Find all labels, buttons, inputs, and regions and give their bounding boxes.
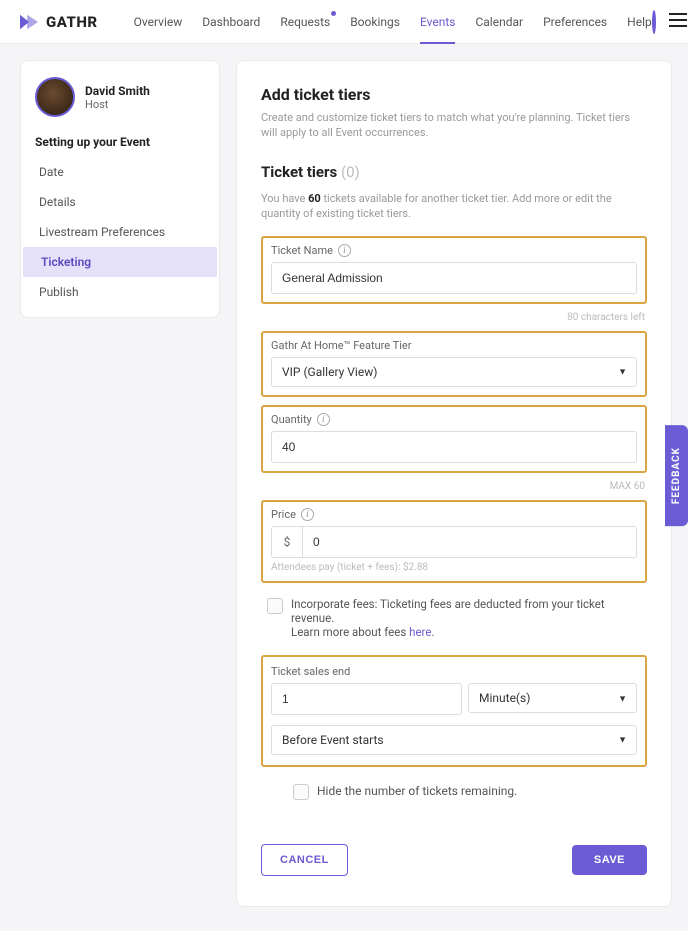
- ticket-name-hint: 80 characters left: [261, 312, 645, 323]
- quantity-label: Quantity: [271, 413, 312, 426]
- top-nav: Overview Dashboard Requests Bookings Eve…: [134, 1, 652, 43]
- nav-overview[interactable]: Overview: [134, 1, 183, 43]
- sidebar-item-date[interactable]: Date: [21, 157, 219, 187]
- sidebar-heading: Setting up your Event: [21, 131, 219, 157]
- quantity-fieldset: Quantity i: [261, 405, 647, 473]
- page-title: Add ticket tiers: [261, 85, 647, 104]
- user-avatar-top[interactable]: [652, 10, 656, 34]
- price-fineprint: Attendees pay (ticket + fees): $2.88: [271, 562, 637, 573]
- feature-tier-select[interactable]: VIP (Gallery View): [271, 357, 637, 387]
- currency-symbol: $: [271, 526, 302, 558]
- tickets-available-count: 60: [308, 192, 321, 205]
- sales-end-label: Ticket sales end: [271, 665, 350, 678]
- action-buttons: CANCEL SAVE: [261, 844, 647, 876]
- menu-icon[interactable]: [668, 12, 688, 32]
- logo-icon: [18, 13, 40, 31]
- tickets-available-text: You have 60 tickets available for anothe…: [261, 191, 647, 222]
- incorporate-fees-text: Incorporate fees: Ticketing fees are ded…: [291, 597, 647, 639]
- quantity-input[interactable]: [271, 431, 637, 463]
- feedback-tab[interactable]: FEEDBACK: [665, 425, 688, 526]
- user-avatar-icon: [35, 77, 75, 117]
- tiers-heading-label: Ticket tiers: [261, 163, 337, 181]
- sidebar-username: David Smith: [85, 84, 150, 98]
- notification-dot-icon: [331, 11, 336, 16]
- logo[interactable]: GATHR: [18, 13, 98, 31]
- feature-tier-fieldset: Gathr At Home™ Feature Tier VIP (Gallery…: [261, 331, 647, 397]
- cancel-button[interactable]: CANCEL: [261, 844, 348, 876]
- sales-end-when-select[interactable]: Before Event starts: [271, 725, 637, 755]
- tiers-count: (0): [341, 163, 360, 181]
- nav-bookings[interactable]: Bookings: [350, 1, 400, 43]
- info-icon[interactable]: i: [338, 244, 351, 257]
- hide-tickets-label: Hide the number of tickets remaining.: [317, 784, 517, 798]
- top-bar: GATHR Overview Dashboard Requests Bookin…: [0, 0, 688, 44]
- sidebar-item-livestream[interactable]: Livestream Preferences: [21, 217, 219, 247]
- sidebar-item-publish[interactable]: Publish: [21, 277, 219, 307]
- sidebar-item-details[interactable]: Details: [21, 187, 219, 217]
- sidebar-role: Host: [85, 98, 150, 111]
- price-fieldset: Pricei $ Attendees pay (ticket + fees): …: [261, 500, 647, 583]
- logo-text: GATHR: [46, 13, 98, 31]
- sales-end-number-input[interactable]: [271, 683, 462, 715]
- ticket-name-label: Ticket Name: [271, 244, 333, 257]
- sidebar-user: David Smith Host: [21, 75, 219, 131]
- save-button[interactable]: SAVE: [572, 845, 647, 875]
- nav-requests[interactable]: Requests: [280, 1, 330, 43]
- price-input[interactable]: [302, 526, 637, 558]
- incorporate-fees-row: Incorporate fees: Ticketing fees are ded…: [267, 597, 647, 639]
- info-icon[interactable]: i: [301, 508, 314, 521]
- hide-tickets-checkbox[interactable]: [293, 784, 309, 800]
- setup-sidebar: David Smith Host Setting up your Event D…: [20, 60, 220, 318]
- info-icon[interactable]: i: [317, 413, 330, 426]
- nav-preferences[interactable]: Preferences: [543, 1, 607, 43]
- nav-dashboard[interactable]: Dashboard: [202, 1, 260, 43]
- ticket-name-fieldset: Ticket Name i: [261, 236, 647, 304]
- nav-events[interactable]: Events: [420, 1, 456, 43]
- incorporate-fees-checkbox[interactable]: [267, 598, 283, 614]
- quantity-hint: MAX 60: [261, 481, 645, 492]
- feature-tier-label: Gathr At Home™ Feature Tier: [271, 339, 411, 352]
- main-panel: Add ticket tiers Create and customize ti…: [236, 60, 672, 907]
- nav-requests-label: Requests: [280, 15, 330, 29]
- price-label: Price: [271, 508, 296, 521]
- ticket-name-input[interactable]: [271, 262, 637, 294]
- sales-end-unit-select[interactable]: Minute(s): [468, 683, 637, 713]
- sales-end-fieldset: Ticket sales end Minute(s) Before Event …: [261, 655, 647, 767]
- sidebar-item-ticketing[interactable]: Ticketing: [23, 247, 217, 277]
- fees-link[interactable]: here: [409, 625, 431, 639]
- nav-calendar[interactable]: Calendar: [475, 1, 523, 43]
- tiers-heading: Ticket tiers (0): [261, 163, 647, 181]
- nav-help[interactable]: Help: [627, 1, 652, 43]
- page-subtitle: Create and customize ticket tiers to mat…: [261, 110, 647, 141]
- hide-tickets-row: Hide the number of tickets remaining.: [293, 783, 647, 800]
